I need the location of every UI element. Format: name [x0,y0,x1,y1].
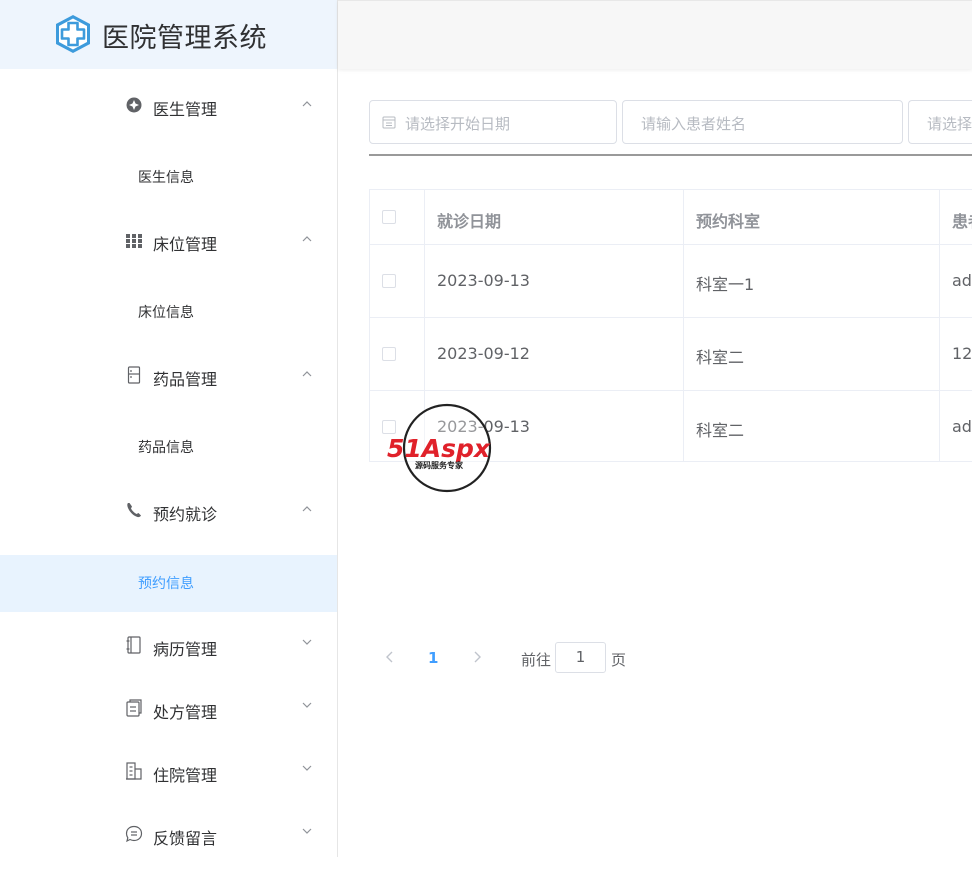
select-all-checkbox[interactable] [382,210,396,224]
third-filter-select[interactable]: 请选择 [908,100,972,144]
next-page-icon[interactable] [471,650,483,664]
menu-group-doctor[interactable]: 医生管理 [0,70,337,142]
menu-group-bed[interactable]: 床位管理 [0,205,337,277]
page-suffix: 页 [611,651,627,669]
chat-bubble-icon [125,825,143,843]
settings-gear-icon [126,97,142,113]
phone-icon [127,503,141,518]
patient-name-placeholder: 请输入患者姓名 [641,115,747,133]
grid-icon [126,234,142,248]
chevron-down-icon [302,639,312,645]
sub-item-label: 药品信息 [138,440,194,456]
menu-group-medicine[interactable]: 药品管理 [0,340,337,412]
sub-item-label: 医生信息 [138,170,194,186]
table-row[interactable]: 2023-09-13 科室一1 admin [370,245,972,318]
chevron-up-icon [302,371,312,377]
department-cell: 科室一1 [696,275,755,294]
department-cell: 科室二 [696,348,745,367]
column-header: 预约科室 [696,212,761,231]
goto-page-input[interactable]: 1 [555,642,606,673]
visit-date-cell: 2023-09-13 [437,271,530,290]
table-row[interactable]: 2023-09-12 科室二 123 [370,318,972,391]
menu-group-label: 病历管理 [153,640,218,659]
sub-item-label: 床位信息 [138,305,194,321]
document-icon [126,699,142,717]
menu-group-label: 住院管理 [153,766,218,785]
third-filter-placeholder: 请选择 [927,115,972,133]
medical-cross-logo-icon [56,15,90,53]
chevron-down-icon [302,828,312,834]
sub-item-doctor-info[interactable]: 医生信息 [0,149,337,206]
menu-group-prescription[interactable]: 处方管理 [0,675,337,747]
patient-cell: admin [952,417,972,436]
start-date-picker[interactable]: 请选择开始日期 [369,100,617,144]
visit-date-cell: 2023-09-12 [437,344,530,363]
app-title: 医院管理系统 [102,23,267,54]
chevron-down-icon [302,765,312,771]
menu-group-label: 预约就诊 [153,505,218,524]
table-header-row: 就诊日期 预约科室 患者 [370,190,972,245]
chevron-down-icon [302,702,312,708]
department-cell: 科室二 [696,421,745,440]
menu-group-label: 药品管理 [153,370,218,389]
column-header: 患者 [952,212,972,231]
prev-page-icon[interactable] [384,650,396,664]
sub-item-bed-info[interactable]: 床位信息 [0,284,337,341]
chevron-up-icon [302,101,312,107]
menu-group-feedback[interactable]: 反馈留言 [0,801,337,873]
goto-label: 前往 [521,651,552,669]
patient-cell: 123 [952,344,972,363]
row-checkbox[interactable] [382,347,396,361]
column-header: 就诊日期 [437,212,502,231]
patient-cell: admin [952,271,972,290]
notebook-icon [126,636,141,654]
menu-group-label: 床位管理 [153,235,218,254]
sub-item-appointment-info[interactable]: 预约信息 [0,555,337,612]
menu-group-label: 处方管理 [153,703,218,722]
sidebar: 医院管理系统 医生管理 医生信息 床位管理 床位信息 药品管理 药品信息 预约就… [0,0,338,857]
calendar-icon [382,116,396,129]
start-date-placeholder: 请选择开始日期 [405,115,511,133]
patient-name-input[interactable]: 请输入患者姓名 [622,100,903,144]
row-checkbox[interactable] [382,274,396,288]
chevron-up-icon [302,236,312,242]
menu-group-appointment[interactable]: 预约就诊 [0,475,337,547]
sub-item-medicine-info[interactable]: 药品信息 [0,419,337,476]
watermark-tagline: 源码服务专家 [415,460,464,470]
watermark-logo: 51Aspx 源码服务专家 [387,403,492,493]
filter-divider [369,154,972,156]
menu-group-inpatient[interactable]: 住院管理 [0,738,337,810]
page-number-current[interactable]: 1 [428,649,438,667]
menu-group-medical-record[interactable]: 病历管理 [0,612,337,684]
building-icon [126,762,142,780]
menu-group-label: 反馈留言 [153,829,218,848]
watermark-brand: 51Aspx [387,434,491,463]
brand-header: 医院管理系统 [0,0,337,69]
top-bar [338,0,972,69]
menu-group-label: 医生管理 [153,100,218,119]
medicine-cabinet-icon [127,366,141,384]
chevron-up-icon [302,506,312,512]
sub-item-label: 预约信息 [138,576,194,592]
